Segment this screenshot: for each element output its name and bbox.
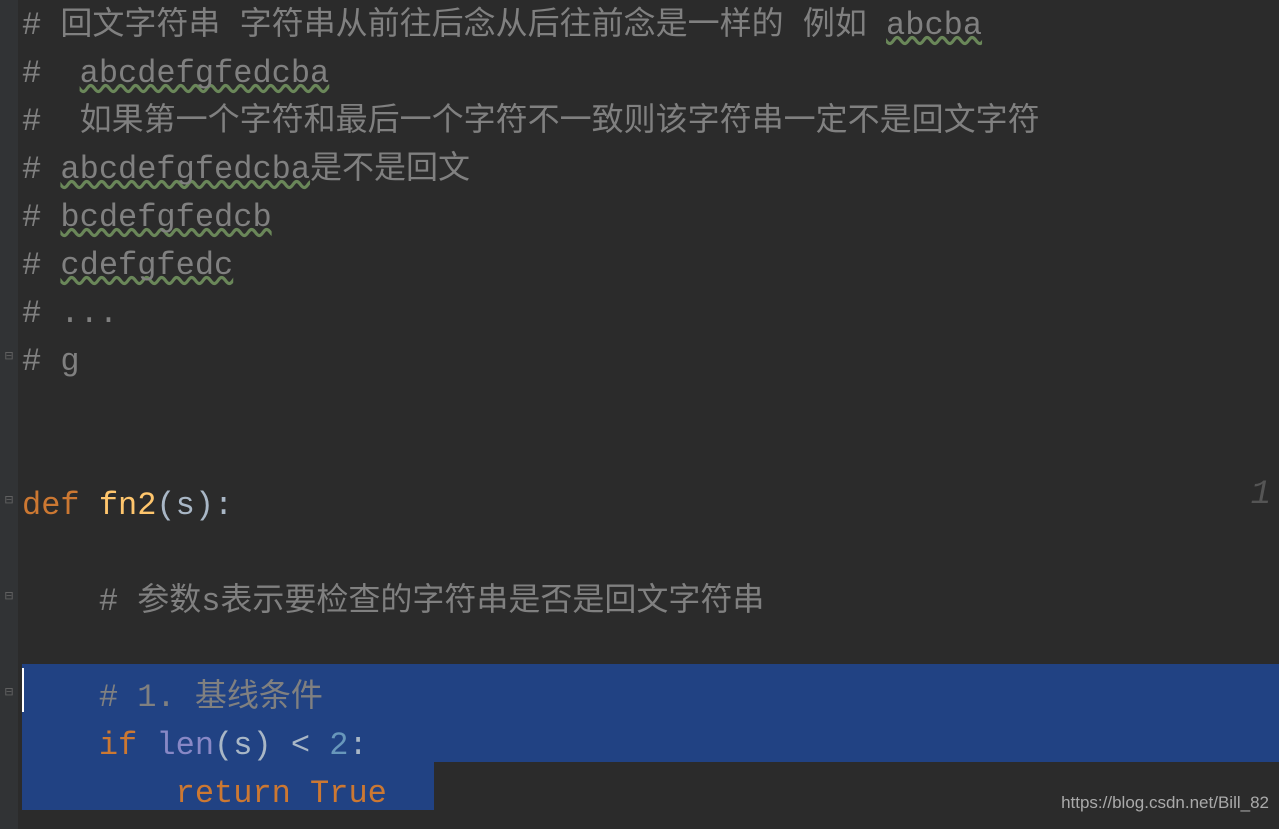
comment-text: cdefgfedc xyxy=(60,247,233,284)
paren: ) xyxy=(252,722,290,770)
code-line[interactable] xyxy=(22,626,1279,674)
code-line[interactable]: # 参数s表示要检查的字符串是否是回文字符串 xyxy=(22,578,1279,626)
comment-text: 字符串从前往后念从后往前念是一样的 例如 xyxy=(220,7,886,44)
code-line[interactable]: # bcdefgfedcb xyxy=(22,194,1279,242)
parameter: s xyxy=(176,482,195,530)
function-name: fn2 xyxy=(99,482,157,530)
code-line[interactable]: # abcdefgfedcba xyxy=(22,50,1279,98)
comment-text: # 如果第一个字符和最后一个字符不一致则该字符串一定不是回文字符 xyxy=(22,98,1040,146)
fold-icon[interactable]: ⊟ xyxy=(2,590,16,604)
comment-text: abcdefgfedcba xyxy=(60,151,310,188)
code-line[interactable]: # ... xyxy=(22,290,1279,338)
comment-text: # xyxy=(22,151,60,188)
comment-text: 是不是回文 xyxy=(310,151,470,188)
comment-text: # g xyxy=(22,338,80,386)
code-line[interactable] xyxy=(22,386,1279,434)
comment-text: # xyxy=(22,55,80,92)
comment-text: # xyxy=(22,247,60,284)
code-line[interactable]: if len(s) < 2: xyxy=(22,722,1279,770)
indent xyxy=(22,722,99,770)
fold-icon[interactable]: ⊟ xyxy=(2,686,16,700)
comment-text: 回文字符串 xyxy=(60,7,220,44)
operator: < xyxy=(291,722,329,770)
code-line[interactable]: # abcdefgfedcba是不是回文 xyxy=(22,146,1279,194)
watermark: https://blog.csdn.net/Bill_82 xyxy=(1061,790,1269,816)
comment-text: # 1. 基线条件 xyxy=(22,674,323,722)
comment-text: abcdefgfedcba xyxy=(80,55,330,92)
code-line[interactable]: # 如果第一个字符和最后一个字符不一致则该字符串一定不是回文字符 xyxy=(22,98,1279,146)
indent xyxy=(22,770,176,818)
variable: s xyxy=(233,722,252,770)
keyword-true: True xyxy=(310,770,387,818)
code-line[interactable]: # 回文字符串 字符串从前往后念从后往前念是一样的 例如 abcba xyxy=(22,2,1279,50)
comment-text: # xyxy=(22,7,60,44)
paren: ) xyxy=(195,482,214,530)
comment-text: # 参数s表示要检查的字符串是否是回文字符串 xyxy=(22,578,764,626)
colon: : xyxy=(214,482,233,530)
keyword-if: if xyxy=(99,722,157,770)
paren: ( xyxy=(214,722,233,770)
code-editor[interactable]: # 回文字符串 字符串从前往后念从后往前念是一样的 例如 abcba # abc… xyxy=(0,0,1279,818)
code-line[interactable]: def fn2(s): xyxy=(22,482,1279,530)
builtin-len: len xyxy=(156,722,214,770)
keyword-return: return xyxy=(176,770,310,818)
fold-icon[interactable]: ⊟ xyxy=(2,350,16,364)
comment-text: # xyxy=(22,199,60,236)
number: 2 xyxy=(329,722,348,770)
colon: : xyxy=(348,722,367,770)
paren: ( xyxy=(156,482,175,530)
keyword-def: def xyxy=(22,482,99,530)
comment-text: bcdefgfedcb xyxy=(60,199,271,236)
comment-text: # ... xyxy=(22,290,118,338)
code-line[interactable]: # cdefgfedc xyxy=(22,242,1279,290)
comment-text: abcba xyxy=(886,7,982,44)
fold-icon[interactable]: ⊟ xyxy=(2,494,16,508)
code-line[interactable]: # g xyxy=(22,338,1279,386)
code-line[interactable]: # 1. 基线条件 xyxy=(22,674,1279,722)
text-cursor xyxy=(22,668,24,712)
code-line[interactable] xyxy=(22,434,1279,482)
code-line[interactable] xyxy=(22,530,1279,578)
